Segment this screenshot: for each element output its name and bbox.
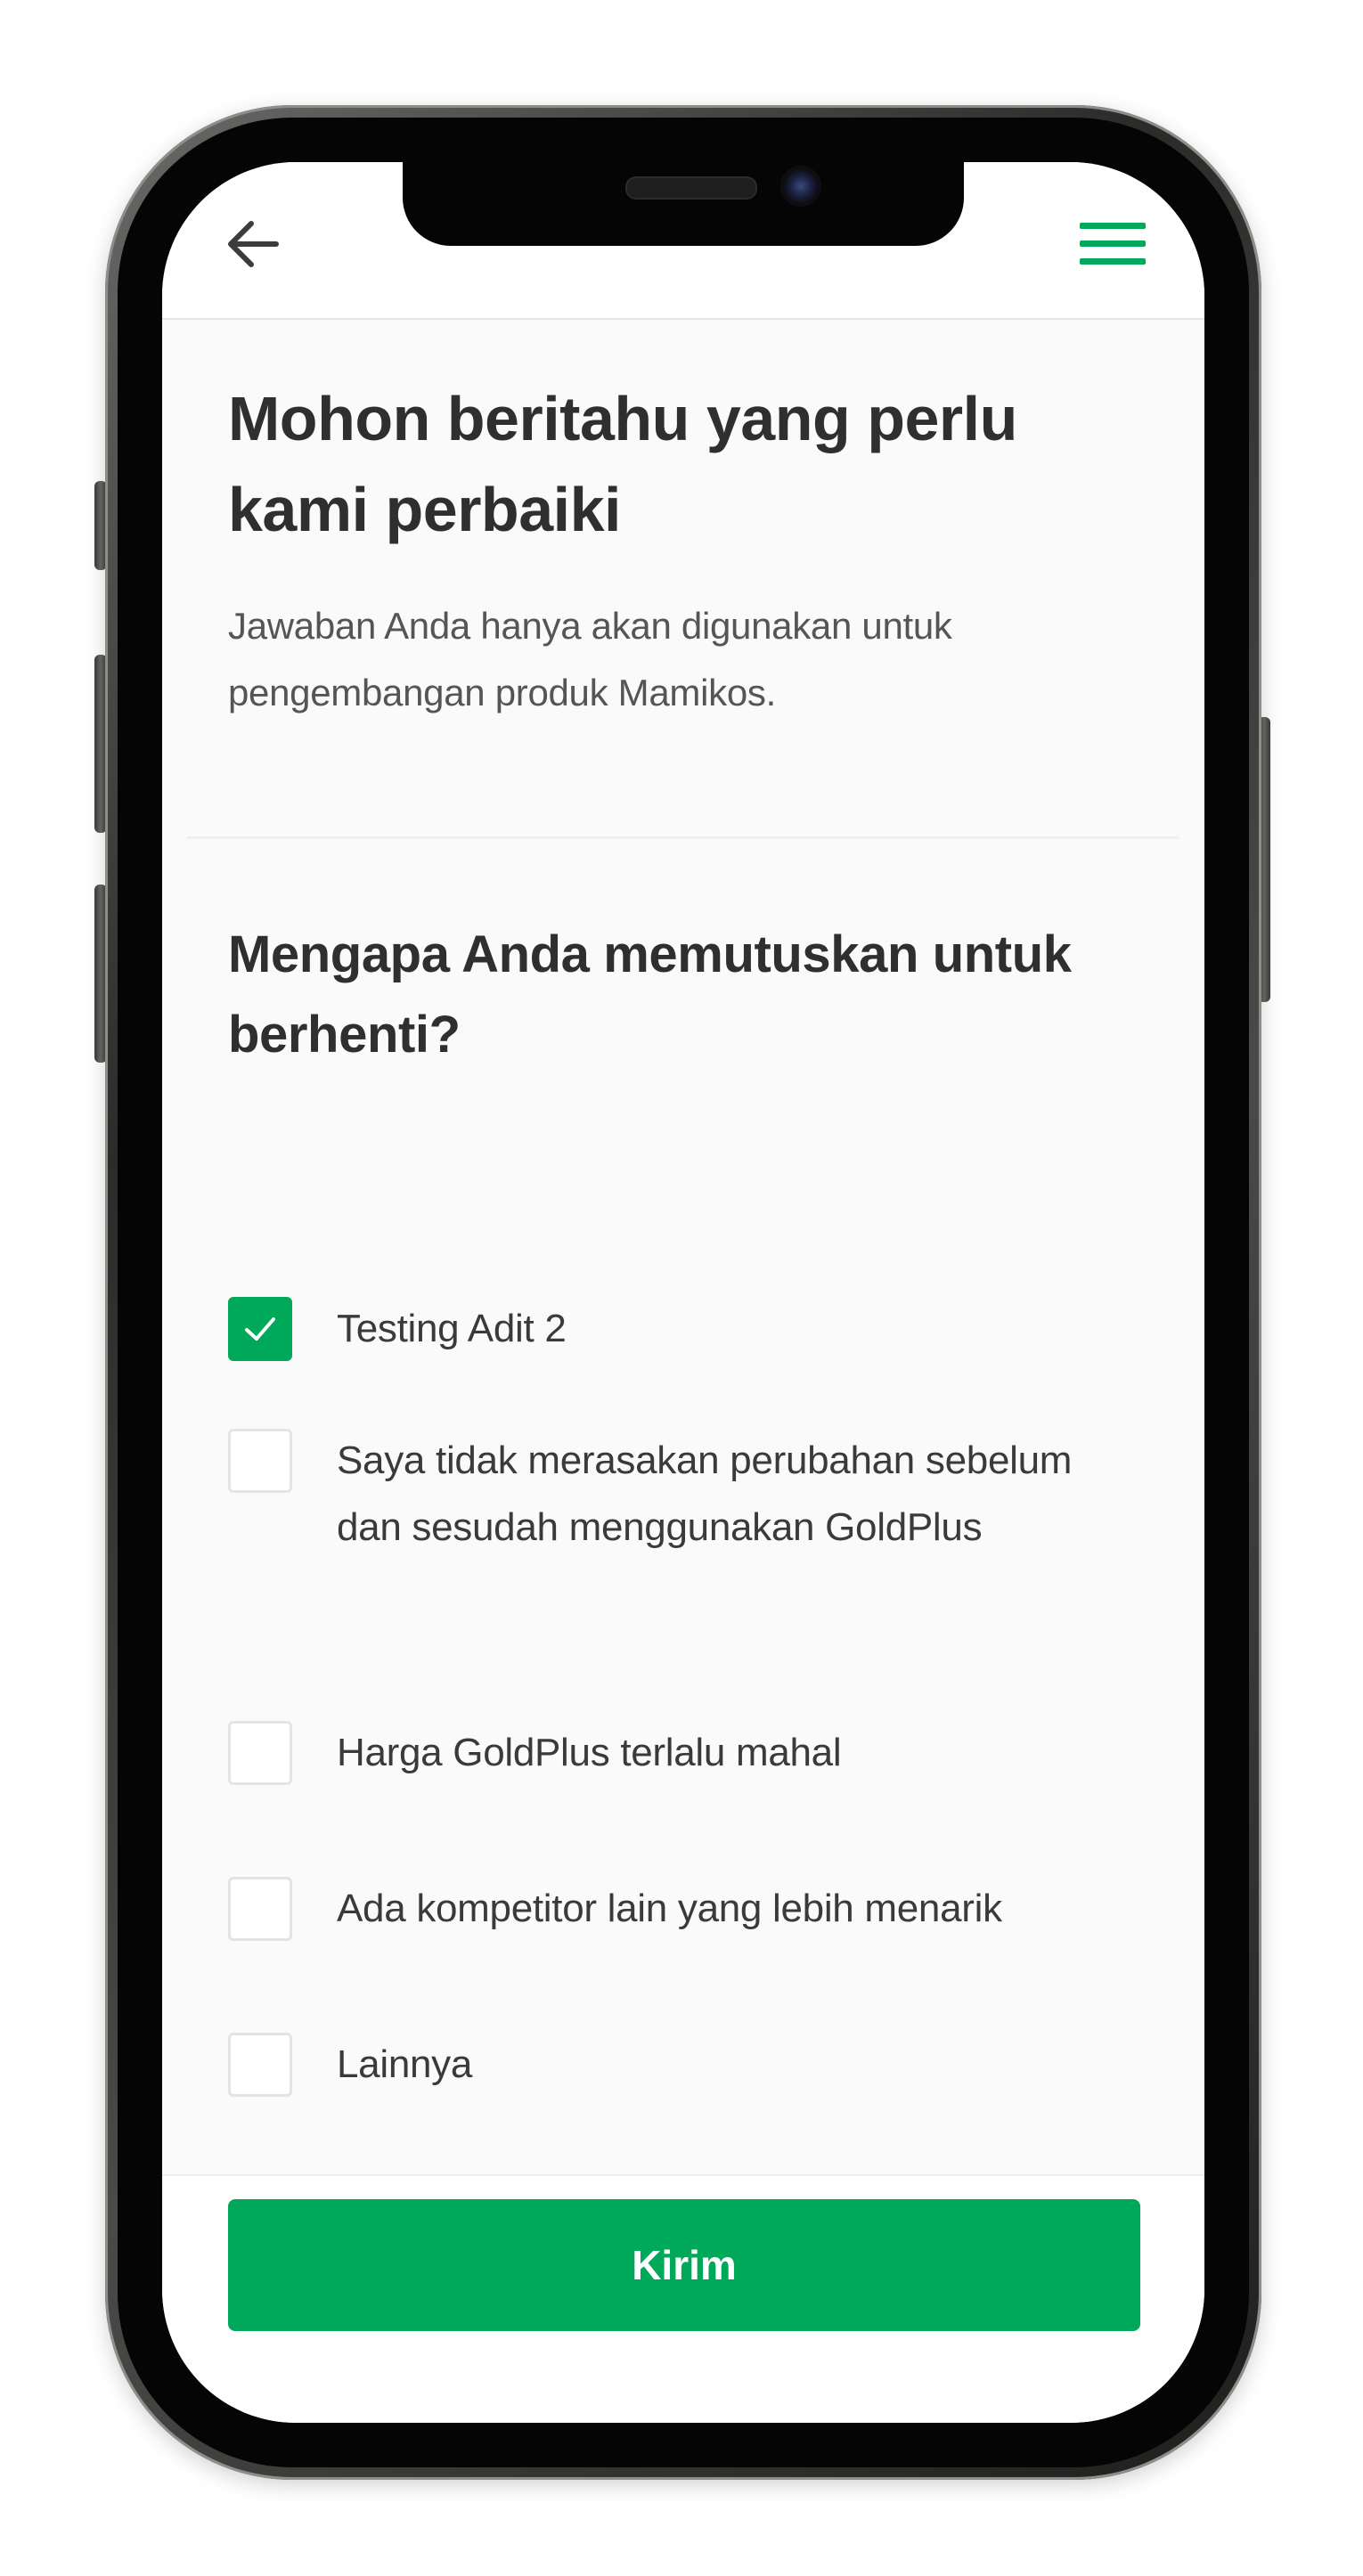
speaker-grille bbox=[625, 176, 757, 200]
menu-button[interactable] bbox=[1073, 208, 1153, 280]
checkbox-checked[interactable] bbox=[228, 1297, 292, 1361]
footer-bar: Kirim bbox=[162, 2174, 1204, 2423]
intro-section: Mohon beritahu yang perlu kami perbaiki … bbox=[228, 373, 1146, 726]
checkmark-icon bbox=[245, 1317, 275, 1341]
hamburger-menu-icon bbox=[1080, 223, 1146, 265]
submit-button[interactable]: Kirim bbox=[228, 2199, 1140, 2331]
arrow-left-icon bbox=[228, 221, 279, 267]
option-no-change-felt[interactable]: Saya tidak merasakan perubahan sebelum d… bbox=[228, 1429, 1146, 1561]
option-testing-adit-2[interactable]: Testing Adit 2 bbox=[228, 1297, 1146, 1362]
option-other[interactable]: Lainnya bbox=[228, 2033, 1146, 2098]
section-divider bbox=[187, 836, 1179, 839]
option-competitor[interactable]: Ada kompetitor lain yang lebih menarik bbox=[228, 1877, 1146, 1942]
option-label: Ada kompetitor lain yang lebih menarik bbox=[337, 1887, 1002, 1930]
page-title: Mohon beritahu yang perlu kami perbaiki bbox=[228, 384, 1017, 544]
page-subtitle: Jawaban Anda hanya akan digunakan untuk … bbox=[228, 605, 952, 713]
option-label: Lainnya bbox=[337, 2042, 473, 2086]
option-price-too-high[interactable]: Harga GoldPlus terlalu mahal bbox=[228, 1721, 1146, 1786]
phone-screen: Mohon beritahu yang perlu kami perbaiki … bbox=[162, 162, 1204, 2423]
checkbox-unchecked[interactable] bbox=[228, 1721, 292, 1785]
option-label: Saya tidak merasakan perubahan sebelum d… bbox=[337, 1439, 1073, 1549]
notch bbox=[403, 162, 964, 246]
option-label: Harga GoldPlus terlalu mahal bbox=[337, 1731, 842, 1774]
device-frame: Mohon beritahu yang perlu kami perbaiki … bbox=[0, 0, 1363, 2576]
checkbox-unchecked[interactable] bbox=[228, 1877, 292, 1941]
front-camera bbox=[780, 166, 821, 207]
option-label: Testing Adit 2 bbox=[337, 1307, 567, 1350]
back-button[interactable] bbox=[217, 208, 289, 280]
survey-question: Mengapa Anda memutuskan untuk berhenti? bbox=[228, 925, 1072, 1064]
survey-content: Mohon beritahu yang perlu kami perbaiki … bbox=[162, 320, 1204, 2174]
checkbox-unchecked[interactable] bbox=[228, 2033, 292, 2097]
checkbox-unchecked[interactable] bbox=[228, 1429, 292, 1493]
